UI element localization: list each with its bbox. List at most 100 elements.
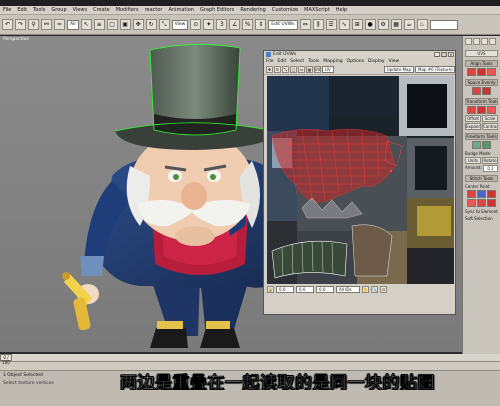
menu-group[interactable]: Group xyxy=(51,7,66,13)
spinner-snap-icon[interactable]: ⇕ xyxy=(255,19,267,30)
scale-button[interactable]: Scale xyxy=(482,115,498,122)
contract-button[interactable]: Contract xyxy=(482,123,498,130)
stitch-a-icon[interactable] xyxy=(467,190,476,198)
stitch-e-icon[interactable] xyxy=(477,199,486,207)
flip-icon[interactable] xyxy=(487,106,496,114)
stitch-b-icon[interactable] xyxy=(477,190,486,198)
offset-button[interactable]: Offset xyxy=(465,115,481,122)
update-map-button[interactable]: Update Map xyxy=(383,65,414,73)
maximize-icon[interactable]: □ xyxy=(441,52,447,57)
uvw-w-field[interactable]: 0.0 xyxy=(316,286,334,293)
stitch-f-icon[interactable] xyxy=(487,199,496,207)
transform-tools-head[interactable]: Transform Tools xyxy=(465,98,498,105)
uvw-zoom-extents-icon[interactable]: ⊡ xyxy=(380,286,387,293)
create-tab-icon[interactable] xyxy=(465,38,472,45)
percent-snap-icon[interactable]: % xyxy=(242,19,254,30)
soft-selection-checkbox[interactable]: Soft Selection xyxy=(465,216,498,221)
select-icon[interactable]: ↖ xyxy=(80,19,92,30)
freeform-a-icon[interactable] xyxy=(472,141,481,149)
rotate-icon[interactable]: ↻ xyxy=(145,19,157,30)
freeform-b-icon[interactable] xyxy=(482,141,491,149)
menu-views[interactable]: Views xyxy=(73,7,87,13)
uvw-scale-icon[interactable]: ⤡ xyxy=(282,65,289,73)
manipulate-icon[interactable]: ✦ xyxy=(203,19,215,30)
units-toggle[interactable]: Units xyxy=(465,157,481,164)
uvw-menu-tools[interactable]: Tools xyxy=(308,59,319,64)
material-editor-icon[interactable]: ● xyxy=(364,19,376,30)
layer-icon[interactable]: ☰ xyxy=(325,19,337,30)
align-horizontal-icon[interactable] xyxy=(467,68,476,76)
uvw-u-field[interactable]: 0.0 xyxy=(276,286,294,293)
uvw-menu-display[interactable]: Display xyxy=(368,59,385,64)
uvw-id-combo[interactable]: All IDs xyxy=(336,286,360,293)
curve-editor-icon[interactable]: ∿ xyxy=(338,19,350,30)
time-slider[interactable]: 0 / 100 xyxy=(0,354,500,365)
uvw-menu-select[interactable]: Select xyxy=(290,59,304,64)
hierarchy-tab-icon[interactable] xyxy=(481,38,488,45)
uvw-channel-combo[interactable]: UV xyxy=(322,65,334,73)
rotate-toggle[interactable]: Rotate xyxy=(482,157,498,164)
menu-create[interactable]: Create xyxy=(93,7,110,13)
uvw-pan-icon[interactable]: ✋ xyxy=(362,286,369,293)
align-icon[interactable]: ⫼ xyxy=(312,19,324,30)
uvw-show-map-icon[interactable]: ▦ xyxy=(306,65,313,73)
select-by-name-icon[interactable]: ≡ xyxy=(93,19,105,30)
stitch-tools-head[interactable]: Stitch Tools xyxy=(465,175,498,182)
uvw-lock-icon[interactable]: 🔒 xyxy=(267,286,274,293)
render-setup-icon[interactable]: ⚙ xyxy=(377,19,389,30)
menu-tools[interactable]: Tools xyxy=(33,7,45,13)
bind-icon[interactable]: ≈ xyxy=(54,19,65,30)
modifier-name-field[interactable]: UVS xyxy=(465,50,498,57)
redo-icon[interactable]: ↷ xyxy=(15,19,26,30)
link-icon[interactable]: ⚲ xyxy=(28,19,39,30)
minimize-icon[interactable]: _ xyxy=(434,52,440,57)
render-frame-icon[interactable]: ▦ xyxy=(390,19,402,30)
motion-tab-icon[interactable] xyxy=(489,38,496,45)
align-center-icon[interactable] xyxy=(487,68,496,76)
uv-texture-canvas[interactable] xyxy=(267,76,454,284)
edit-uvws-titlebar[interactable]: Edit UVWs _ □ × xyxy=(264,51,455,58)
stitch-d-icon[interactable] xyxy=(467,199,476,207)
undo-icon[interactable]: ↶ xyxy=(2,19,13,30)
snap-icon[interactable]: 3 xyxy=(216,19,228,30)
freeform-tools-head[interactable]: Freeform Tools xyxy=(465,133,498,140)
menu-file[interactable]: File xyxy=(3,7,11,13)
scale-icon[interactable]: ⤡ xyxy=(158,19,170,30)
uvw-rotate-icon[interactable]: ↻ xyxy=(274,65,281,73)
stitch-c-icon[interactable] xyxy=(487,190,496,198)
named-selection-combo[interactable]: Edit UVWs xyxy=(268,19,298,30)
window-crossing-icon[interactable]: ▣ xyxy=(119,19,131,30)
menu-customize[interactable]: Customize xyxy=(272,7,298,13)
uvw-menu-file[interactable]: File xyxy=(266,59,274,64)
uvw-menu-edit[interactable]: Edit xyxy=(278,59,287,64)
uvw-menu-view[interactable]: View xyxy=(389,59,400,64)
reference-coord-combo[interactable]: View xyxy=(171,19,189,30)
schematic-icon[interactable]: ⊞ xyxy=(351,19,363,30)
align-vertical-icon[interactable] xyxy=(477,68,486,76)
rotate-plus-icon[interactable] xyxy=(477,106,486,114)
uvw-menu-options[interactable]: Options xyxy=(347,59,364,64)
uvw-v-field[interactable]: 0.0 xyxy=(296,286,314,293)
expand-button[interactable]: Expand xyxy=(465,123,481,130)
menu-modifiers[interactable]: Modifiers xyxy=(116,7,139,13)
uvw-mirror-icon[interactable]: ⇔ xyxy=(298,65,305,73)
menu-edit[interactable]: Edit xyxy=(17,7,27,13)
uvw-coords-icon[interactable]: UV xyxy=(314,65,321,73)
uvw-menu-mapping[interactable]: Mapping xyxy=(323,59,342,64)
amount-field[interactable]: 0.1 xyxy=(483,165,498,172)
unlink-icon[interactable]: ⚯ xyxy=(41,19,52,30)
rect-select-icon[interactable]: □ xyxy=(106,19,118,30)
uvw-move-icon[interactable]: ✥ xyxy=(266,65,273,73)
menu-animation[interactable]: Animation xyxy=(168,7,194,13)
menu-help[interactable]: Help xyxy=(336,7,347,13)
teapot-icon[interactable]: ♨ xyxy=(416,19,428,30)
menu-maxscript[interactable]: MAXScript xyxy=(304,7,330,13)
move-icon[interactable]: ✥ xyxy=(132,19,144,30)
uvw-zoom-icon[interactable]: 🔍 xyxy=(371,286,378,293)
angle-snap-icon[interactable]: ∠ xyxy=(229,19,241,30)
quick-render-icon[interactable]: ☕ xyxy=(403,19,415,30)
rotate-minus-icon[interactable] xyxy=(467,106,476,114)
space-horizontal-icon[interactable] xyxy=(472,87,481,95)
modify-tab-icon[interactable] xyxy=(473,38,480,45)
close-icon[interactable]: × xyxy=(448,52,454,57)
